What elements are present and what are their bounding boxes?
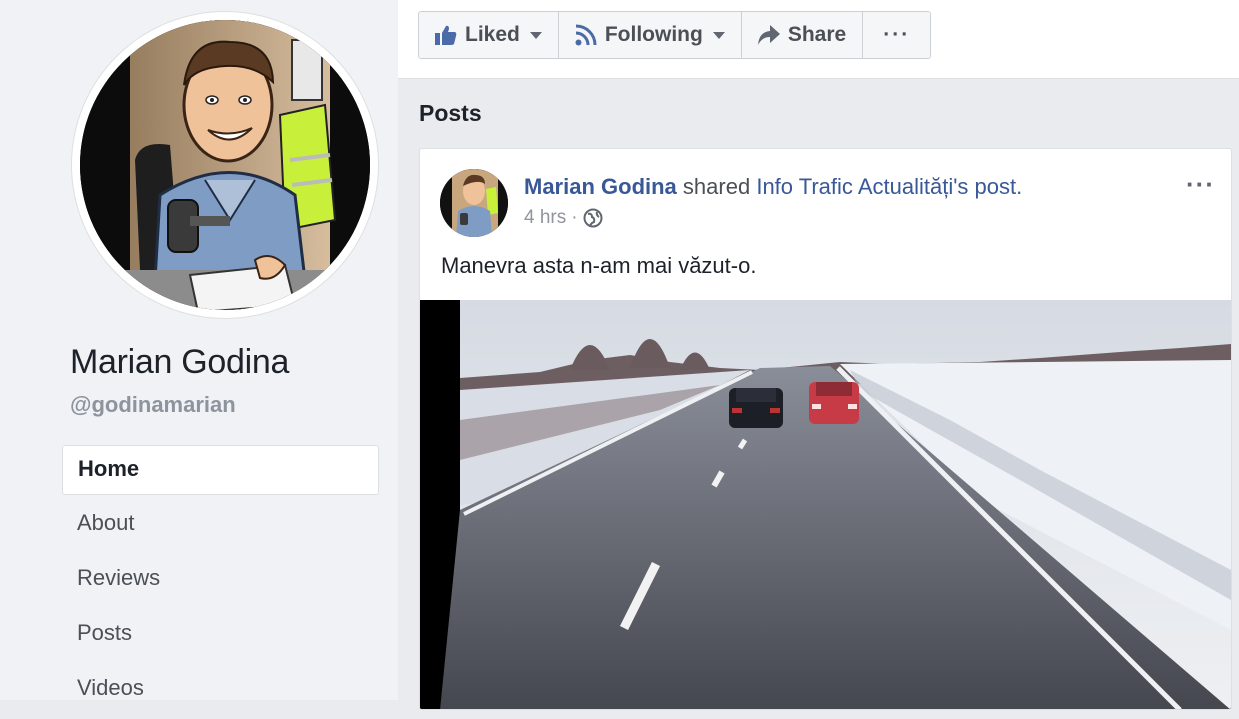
post-timestamp[interactable]: 4 hrs xyxy=(524,207,566,229)
post-author-avatar[interactable] xyxy=(440,169,508,237)
profile-avatar-image xyxy=(80,20,370,310)
chevron-down-icon xyxy=(712,31,725,39)
page-action-buttons: Liked Following Share ··· xyxy=(418,11,932,59)
post-meta: 4 hrs · xyxy=(524,207,603,229)
rss-feed-icon xyxy=(575,24,597,46)
share-arrow-icon xyxy=(757,25,780,45)
nav-item-about[interactable]: About xyxy=(62,499,379,554)
liked-label: Liked xyxy=(465,23,520,46)
post-options-button[interactable]: ··· xyxy=(1186,169,1215,200)
left-sidebar: Marian Godina @godinamarian Home About R… xyxy=(0,0,398,700)
profile-picture[interactable] xyxy=(72,12,378,318)
share-button[interactable]: Share xyxy=(741,12,864,58)
more-dots-icon: ··· xyxy=(883,23,911,46)
liked-button[interactable]: Liked xyxy=(419,12,559,58)
post-card: Marian Godina shared Info Trafic Actuali… xyxy=(419,148,1232,710)
posts-heading: Posts xyxy=(419,100,482,126)
page-navigation: Home About Reviews Posts Videos xyxy=(62,445,379,719)
main-column: Liked Following Share ··· Posts Marian G… xyxy=(398,0,1239,710)
shared-post-link[interactable]: Info Trafic Actualități's post. xyxy=(756,174,1022,199)
more-options-button[interactable]: ··· xyxy=(863,12,931,58)
nav-item-reviews[interactable]: Reviews xyxy=(62,554,379,609)
share-label: Share xyxy=(787,23,847,46)
nav-item-videos[interactable]: Videos xyxy=(62,664,379,719)
page-action-bar: Liked Following Share ··· xyxy=(398,0,1239,79)
following-button[interactable]: Following xyxy=(558,12,742,58)
page-handle[interactable]: @godinamarian xyxy=(70,392,236,418)
thumbs-up-icon xyxy=(435,25,457,45)
page-name: Marian Godina xyxy=(70,343,290,381)
post-text: Manevra asta n-am mai văzut-o. xyxy=(441,253,757,278)
nav-item-posts[interactable]: Posts xyxy=(62,609,379,664)
nav-item-home[interactable]: Home xyxy=(62,445,379,495)
post-action-text: shared xyxy=(682,174,751,199)
meta-separator: · xyxy=(571,207,578,228)
post-author-link[interactable]: Marian Godina xyxy=(524,174,677,199)
globe-icon[interactable] xyxy=(583,208,603,228)
following-label: Following xyxy=(604,23,703,46)
post-header: Marian Godina shared Info Trafic Actuali… xyxy=(524,174,1022,200)
post-video[interactable] xyxy=(420,300,1231,709)
chevron-down-icon xyxy=(529,31,542,39)
